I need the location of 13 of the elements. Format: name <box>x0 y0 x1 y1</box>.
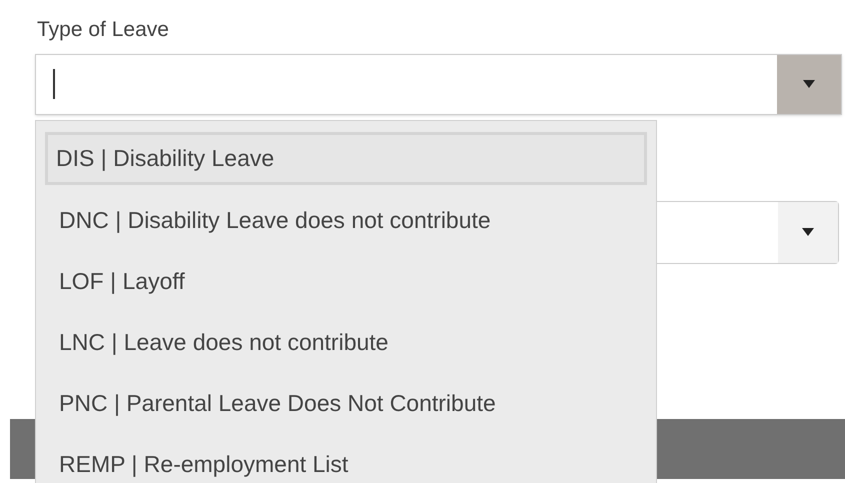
dropdown-button[interactable] <box>778 202 838 262</box>
text-cursor-icon <box>53 69 55 99</box>
dropdown-option[interactable]: PNC | Parental Leave Does Not Contribute <box>45 376 647 430</box>
dropdown-option[interactable]: LOF | Layoff <box>45 254 647 308</box>
dropdown-option[interactable]: REMP | Re-employment List <box>45 438 647 483</box>
field-label: Type of Leave <box>37 18 169 41</box>
select-field[interactable] <box>35 54 842 114</box>
caret-icon <box>803 80 815 88</box>
dropdown-option[interactable]: DIS | Disability Leave <box>45 132 647 186</box>
dropdown-option[interactable]: DNC | Disability Leave does not contribute <box>45 193 647 246</box>
dropdown-button[interactable] <box>777 54 841 114</box>
dropdown-option[interactable]: LNC | Leave does not contribute <box>45 316 647 369</box>
caret-icon <box>802 228 814 236</box>
